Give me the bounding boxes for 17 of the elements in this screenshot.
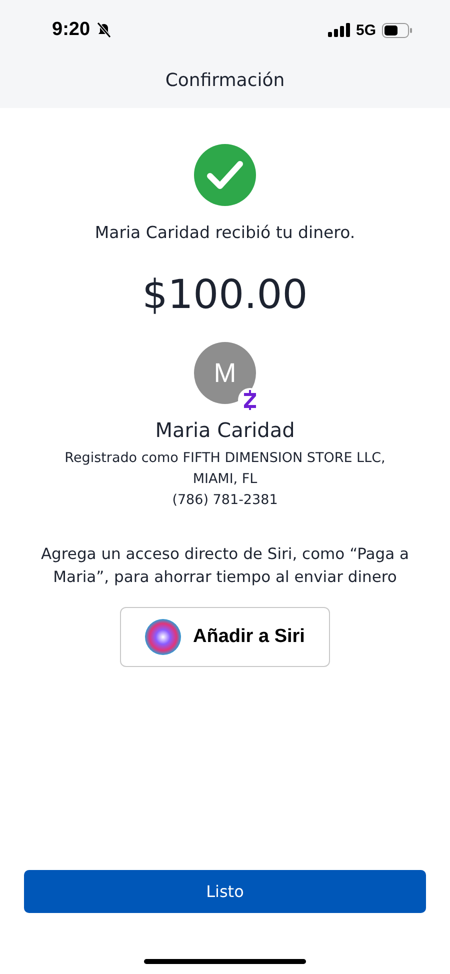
recipient-phone: (786) 781-2381 xyxy=(171,491,279,510)
confirmation-message: Maria Caridad recibió tu dinero. xyxy=(94,223,356,242)
registered-name: Registrado como FIFTH DIMENSION STORE LLC, MIAMI, FL xyxy=(64,449,386,489)
avatar: M xyxy=(194,342,256,404)
network-label: 5G xyxy=(356,22,376,38)
muted-bell-icon xyxy=(96,22,112,38)
battery-icon xyxy=(382,22,412,38)
siri-hint: Agrega un acceso directo de Siri, como “Paga a Maria”, para ahorrar tiempo al enviar dinero xyxy=(40,544,410,588)
amount: $100.00 xyxy=(142,272,308,318)
siri-icon xyxy=(145,619,182,655)
screen-title: Confirmación xyxy=(164,70,286,91)
status-time: 9:20 xyxy=(52,19,90,41)
done-button[interactable]: Listo xyxy=(24,870,426,913)
add-to-siri-button[interactable]: Añadir a Siri xyxy=(120,607,330,667)
signal-icon xyxy=(328,23,350,37)
recipient-name: Maria Caridad xyxy=(155,418,295,442)
check-circle-icon xyxy=(194,144,256,206)
